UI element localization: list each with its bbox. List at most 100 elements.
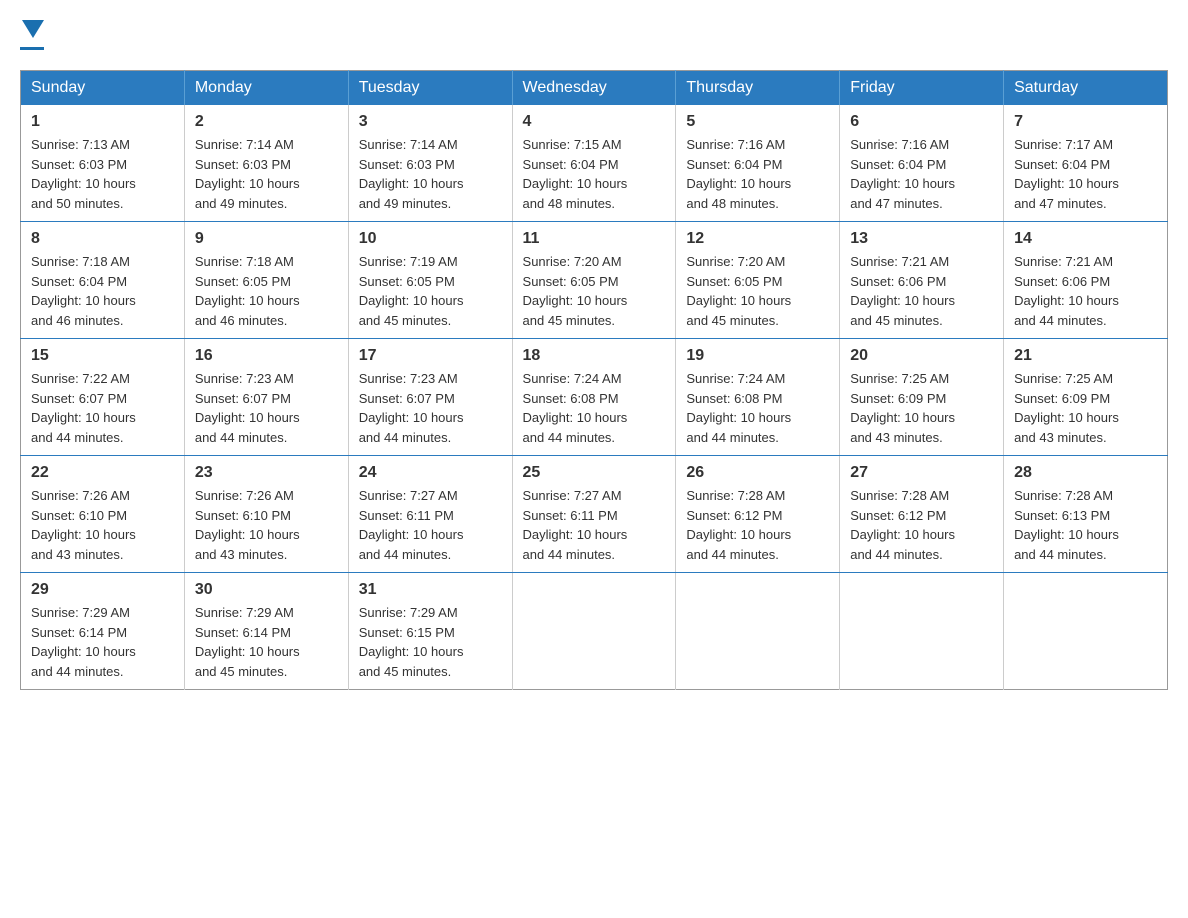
day-number: 8	[31, 230, 174, 248]
day-number: 17	[359, 347, 502, 365]
day-number: 16	[195, 347, 338, 365]
col-header-sunday: Sunday	[21, 71, 185, 106]
day-number: 14	[1014, 230, 1157, 248]
week-row-4: 22 Sunrise: 7:26 AMSunset: 6:10 PMDaylig…	[21, 456, 1168, 573]
calendar-cell: 9 Sunrise: 7:18 AMSunset: 6:05 PMDayligh…	[184, 222, 348, 339]
calendar-cell: 23 Sunrise: 7:26 AMSunset: 6:10 PMDaylig…	[184, 456, 348, 573]
logo-triangle-icon	[22, 20, 44, 38]
week-row-1: 1 Sunrise: 7:13 AMSunset: 6:03 PMDayligh…	[21, 105, 1168, 222]
calendar-cell: 21 Sunrise: 7:25 AMSunset: 6:09 PMDaylig…	[1004, 339, 1168, 456]
col-header-monday: Monday	[184, 71, 348, 106]
day-info: Sunrise: 7:21 AMSunset: 6:06 PMDaylight:…	[850, 254, 955, 328]
day-number: 15	[31, 347, 174, 365]
col-header-saturday: Saturday	[1004, 71, 1168, 106]
col-header-wednesday: Wednesday	[512, 71, 676, 106]
day-info: Sunrise: 7:15 AMSunset: 6:04 PMDaylight:…	[523, 137, 628, 211]
calendar-cell: 4 Sunrise: 7:15 AMSunset: 6:04 PMDayligh…	[512, 105, 676, 222]
day-info: Sunrise: 7:29 AMSunset: 6:14 PMDaylight:…	[195, 605, 300, 679]
day-number: 10	[359, 230, 502, 248]
logo	[20, 20, 44, 50]
day-number: 31	[359, 581, 502, 599]
page-header	[20, 20, 1168, 50]
calendar-cell: 17 Sunrise: 7:23 AMSunset: 6:07 PMDaylig…	[348, 339, 512, 456]
day-number: 27	[850, 464, 993, 482]
day-number: 28	[1014, 464, 1157, 482]
day-info: Sunrise: 7:22 AMSunset: 6:07 PMDaylight:…	[31, 371, 136, 445]
calendar-cell: 2 Sunrise: 7:14 AMSunset: 6:03 PMDayligh…	[184, 105, 348, 222]
day-number: 13	[850, 230, 993, 248]
day-info: Sunrise: 7:29 AMSunset: 6:15 PMDaylight:…	[359, 605, 464, 679]
day-number: 22	[31, 464, 174, 482]
day-info: Sunrise: 7:24 AMSunset: 6:08 PMDaylight:…	[523, 371, 628, 445]
day-info: Sunrise: 7:23 AMSunset: 6:07 PMDaylight:…	[359, 371, 464, 445]
calendar-cell: 26 Sunrise: 7:28 AMSunset: 6:12 PMDaylig…	[676, 456, 840, 573]
calendar-cell: 16 Sunrise: 7:23 AMSunset: 6:07 PMDaylig…	[184, 339, 348, 456]
day-info: Sunrise: 7:19 AMSunset: 6:05 PMDaylight:…	[359, 254, 464, 328]
day-number: 4	[523, 113, 666, 131]
day-info: Sunrise: 7:28 AMSunset: 6:12 PMDaylight:…	[686, 488, 791, 562]
calendar-cell: 1 Sunrise: 7:13 AMSunset: 6:03 PMDayligh…	[21, 105, 185, 222]
day-number: 2	[195, 113, 338, 131]
week-row-3: 15 Sunrise: 7:22 AMSunset: 6:07 PMDaylig…	[21, 339, 1168, 456]
day-info: Sunrise: 7:25 AMSunset: 6:09 PMDaylight:…	[850, 371, 955, 445]
day-info: Sunrise: 7:16 AMSunset: 6:04 PMDaylight:…	[850, 137, 955, 211]
col-header-tuesday: Tuesday	[348, 71, 512, 106]
day-number: 21	[1014, 347, 1157, 365]
calendar-cell: 22 Sunrise: 7:26 AMSunset: 6:10 PMDaylig…	[21, 456, 185, 573]
day-info: Sunrise: 7:17 AMSunset: 6:04 PMDaylight:…	[1014, 137, 1119, 211]
day-number: 18	[523, 347, 666, 365]
day-info: Sunrise: 7:27 AMSunset: 6:11 PMDaylight:…	[523, 488, 628, 562]
day-number: 1	[31, 113, 174, 131]
day-info: Sunrise: 7:13 AMSunset: 6:03 PMDaylight:…	[31, 137, 136, 211]
calendar-header-row: SundayMondayTuesdayWednesdayThursdayFrid…	[21, 71, 1168, 106]
calendar-cell: 15 Sunrise: 7:22 AMSunset: 6:07 PMDaylig…	[21, 339, 185, 456]
week-row-5: 29 Sunrise: 7:29 AMSunset: 6:14 PMDaylig…	[21, 573, 1168, 690]
day-number: 23	[195, 464, 338, 482]
day-number: 20	[850, 347, 993, 365]
calendar-cell	[512, 573, 676, 690]
calendar-table: SundayMondayTuesdayWednesdayThursdayFrid…	[20, 70, 1168, 690]
day-info: Sunrise: 7:29 AMSunset: 6:14 PMDaylight:…	[31, 605, 136, 679]
calendar-cell: 25 Sunrise: 7:27 AMSunset: 6:11 PMDaylig…	[512, 456, 676, 573]
day-info: Sunrise: 7:23 AMSunset: 6:07 PMDaylight:…	[195, 371, 300, 445]
day-number: 5	[686, 113, 829, 131]
calendar-cell: 3 Sunrise: 7:14 AMSunset: 6:03 PMDayligh…	[348, 105, 512, 222]
col-header-friday: Friday	[840, 71, 1004, 106]
day-number: 29	[31, 581, 174, 599]
day-number: 3	[359, 113, 502, 131]
day-number: 9	[195, 230, 338, 248]
day-number: 25	[523, 464, 666, 482]
logo-underline	[20, 47, 44, 50]
calendar-cell: 8 Sunrise: 7:18 AMSunset: 6:04 PMDayligh…	[21, 222, 185, 339]
day-number: 30	[195, 581, 338, 599]
day-info: Sunrise: 7:26 AMSunset: 6:10 PMDaylight:…	[31, 488, 136, 562]
calendar-cell	[1004, 573, 1168, 690]
day-info: Sunrise: 7:25 AMSunset: 6:09 PMDaylight:…	[1014, 371, 1119, 445]
calendar-cell: 7 Sunrise: 7:17 AMSunset: 6:04 PMDayligh…	[1004, 105, 1168, 222]
calendar-cell: 28 Sunrise: 7:28 AMSunset: 6:13 PMDaylig…	[1004, 456, 1168, 573]
day-info: Sunrise: 7:21 AMSunset: 6:06 PMDaylight:…	[1014, 254, 1119, 328]
calendar-cell: 24 Sunrise: 7:27 AMSunset: 6:11 PMDaylig…	[348, 456, 512, 573]
day-info: Sunrise: 7:28 AMSunset: 6:13 PMDaylight:…	[1014, 488, 1119, 562]
calendar-cell: 20 Sunrise: 7:25 AMSunset: 6:09 PMDaylig…	[840, 339, 1004, 456]
calendar-cell	[676, 573, 840, 690]
day-number: 6	[850, 113, 993, 131]
calendar-cell: 11 Sunrise: 7:20 AMSunset: 6:05 PMDaylig…	[512, 222, 676, 339]
day-number: 26	[686, 464, 829, 482]
calendar-cell	[840, 573, 1004, 690]
calendar-cell: 10 Sunrise: 7:19 AMSunset: 6:05 PMDaylig…	[348, 222, 512, 339]
calendar-cell: 29 Sunrise: 7:29 AMSunset: 6:14 PMDaylig…	[21, 573, 185, 690]
day-info: Sunrise: 7:14 AMSunset: 6:03 PMDaylight:…	[195, 137, 300, 211]
calendar-cell: 12 Sunrise: 7:20 AMSunset: 6:05 PMDaylig…	[676, 222, 840, 339]
day-number: 19	[686, 347, 829, 365]
calendar-cell: 5 Sunrise: 7:16 AMSunset: 6:04 PMDayligh…	[676, 105, 840, 222]
calendar-cell: 30 Sunrise: 7:29 AMSunset: 6:14 PMDaylig…	[184, 573, 348, 690]
calendar-cell: 18 Sunrise: 7:24 AMSunset: 6:08 PMDaylig…	[512, 339, 676, 456]
day-info: Sunrise: 7:20 AMSunset: 6:05 PMDaylight:…	[686, 254, 791, 328]
day-number: 11	[523, 230, 666, 248]
day-info: Sunrise: 7:27 AMSunset: 6:11 PMDaylight:…	[359, 488, 464, 562]
calendar-cell: 13 Sunrise: 7:21 AMSunset: 6:06 PMDaylig…	[840, 222, 1004, 339]
day-info: Sunrise: 7:20 AMSunset: 6:05 PMDaylight:…	[523, 254, 628, 328]
day-info: Sunrise: 7:14 AMSunset: 6:03 PMDaylight:…	[359, 137, 464, 211]
calendar-cell: 14 Sunrise: 7:21 AMSunset: 6:06 PMDaylig…	[1004, 222, 1168, 339]
